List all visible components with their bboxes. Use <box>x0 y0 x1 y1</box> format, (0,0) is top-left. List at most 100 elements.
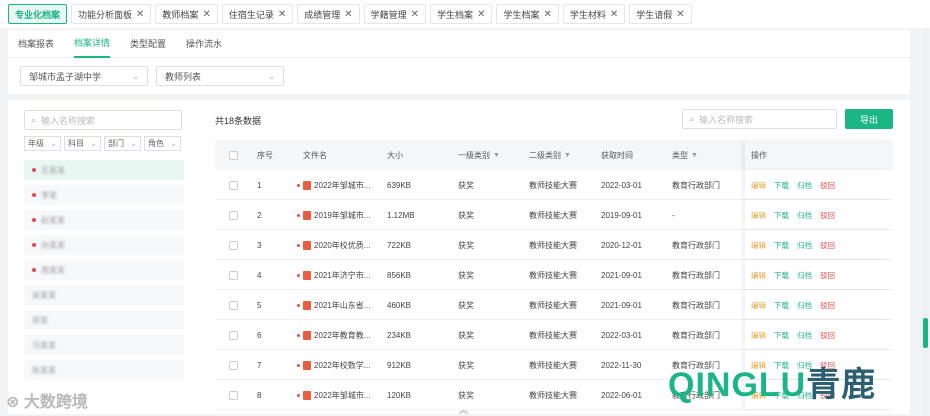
close-icon[interactable]: ✕ <box>344 9 352 20</box>
file-search-input[interactable]: ⌕ 输入名称搜索 <box>682 109 837 129</box>
cell-file[interactable]: 2019年邹城市... <box>297 200 370 230</box>
teacher-list-item[interactable]: 陈某某 <box>24 360 184 380</box>
filter-caret-icon[interactable]: ▼ <box>564 152 571 159</box>
teacher-list-item[interactable]: 周某某 <box>24 260 184 280</box>
teacher-list-item[interactable]: 冯某某 <box>24 335 184 355</box>
sub-tab[interactable]: 类型配置 <box>130 30 166 58</box>
teacher-name: 郑某 <box>32 315 48 325</box>
reject-link[interactable]: 驳回 <box>820 270 835 281</box>
reject-link[interactable]: 驳回 <box>820 240 835 251</box>
teacher-list-item[interactable]: 郑某 <box>24 310 184 330</box>
reject-link[interactable]: 驳回 <box>820 330 835 341</box>
teacher-list-item[interactable]: 吴某某 <box>24 285 184 305</box>
col-type[interactable]: 类型 ▼ <box>672 140 698 170</box>
edit-link[interactable]: 编辑 <box>751 270 766 281</box>
download-link[interactable]: 下载 <box>774 240 789 251</box>
row-checkbox[interactable] <box>229 360 238 370</box>
teacher-list-item[interactable]: 孙某某 <box>24 235 184 255</box>
row-checkbox[interactable] <box>229 390 238 400</box>
teacher-search-input[interactable]: ⌕ 输入名称搜索 <box>24 110 182 130</box>
reject-link[interactable]: 驳回 <box>820 180 835 191</box>
download-link[interactable]: 下载 <box>774 270 789 281</box>
teacher-filter-select[interactable]: 部门 ⌄ <box>104 136 141 151</box>
teacher-list-item[interactable]: 王某某 <box>24 160 184 180</box>
edit-link[interactable]: 编辑 <box>751 210 766 221</box>
edit-link[interactable]: 编辑 <box>751 300 766 311</box>
filter-caret-icon[interactable]: ▼ <box>493 152 500 159</box>
archive-link[interactable]: 归档 <box>797 210 812 221</box>
row-checkbox[interactable] <box>229 330 238 340</box>
filter-caret-icon[interactable]: ▼ <box>691 152 698 159</box>
sub-tab[interactable]: 档案报表 <box>18 30 54 58</box>
row-checkbox[interactable] <box>229 300 238 310</box>
download-link[interactable]: 下载 <box>774 330 789 341</box>
cell-file[interactable]: 2021年山东省... <box>297 290 370 320</box>
cell-file[interactable]: 2022年教育教... <box>297 320 370 350</box>
archive-link[interactable]: 归档 <box>797 240 812 251</box>
tab-item[interactable]: 功能分析面板 ✕ <box>71 4 152 24</box>
cell-cat2: 教师技能大赛 <box>529 300 577 310</box>
row-checkbox[interactable] <box>229 270 238 280</box>
tab-item[interactable]: 学生档案 ✕ <box>430 4 493 24</box>
edit-link[interactable]: 编辑 <box>751 330 766 341</box>
tab-item[interactable]: 住宿生记录 ✕ <box>221 4 294 24</box>
teacher-filter-select[interactable]: 科目 ⌄ <box>64 136 101 151</box>
select-all-checkbox[interactable] <box>229 150 238 160</box>
sub-tab[interactable]: 操作流水 <box>186 30 222 58</box>
close-icon[interactable]: ✕ <box>411 9 419 20</box>
close-icon[interactable]: ✕ <box>477 9 485 20</box>
teacher-filter-select[interactable]: 年级 ⌄ <box>24 136 61 151</box>
archive-link[interactable]: 归档 <box>797 270 812 281</box>
page-scrollbar-thumb[interactable] <box>923 318 928 348</box>
cell-file[interactable]: 2020年校优质... <box>297 230 370 260</box>
close-icon[interactable]: ✕ <box>278 9 286 20</box>
col-cat2[interactable]: 二级类别 ▼ <box>529 140 571 170</box>
reject-link[interactable]: 驳回 <box>820 300 835 311</box>
row-checkbox[interactable] <box>229 240 238 250</box>
cell-file[interactable]: 2021年济宁市... <box>297 260 370 290</box>
page-scrollbar-track[interactable] <box>923 28 928 414</box>
collapse-up-icon[interactable]: ︽ <box>459 403 468 416</box>
close-icon[interactable]: ✕ <box>610 9 618 20</box>
cell-file[interactable]: 2022年校数学... <box>297 350 370 380</box>
archive-link[interactable]: 归档 <box>797 300 812 311</box>
close-icon[interactable]: ✕ <box>202 9 210 20</box>
download-link[interactable]: 下载 <box>774 300 789 311</box>
tab-item[interactable]: 学生材料 ✕ <box>562 4 626 24</box>
teacher-filter-select[interactable]: 角色 ⌄ <box>144 136 181 151</box>
export-button[interactable]: 导出 <box>845 109 893 129</box>
cell-type: 教育行政部门 <box>672 330 720 340</box>
edit-link[interactable]: 编辑 <box>751 240 766 251</box>
tab-label: 学籍管理 <box>370 9 407 20</box>
tab-item[interactable]: 学生请假 ✕ <box>629 4 692 24</box>
cell-file[interactable]: 2022年邹城市... <box>297 170 370 200</box>
teacher-list-item[interactable]: 李某 <box>24 185 184 205</box>
sub-tab[interactable]: 档案详情 <box>74 30 111 58</box>
tab-item[interactable]: 专业化档案 <box>8 4 68 24</box>
chevron-down-icon: ⌄ <box>90 139 97 148</box>
archive-link[interactable]: 归档 <box>797 330 812 341</box>
search-icon: ⌕ <box>689 113 695 124</box>
row-checkbox[interactable] <box>229 210 238 220</box>
edit-link[interactable]: 编辑 <box>751 180 766 191</box>
tab-item[interactable]: 学生档案 ✕ <box>496 4 559 24</box>
archive-link[interactable]: 归档 <box>797 180 812 191</box>
close-icon[interactable]: ✕ <box>136 9 144 20</box>
row-checkbox[interactable] <box>229 180 238 190</box>
cell-type: 教育行政部门 <box>672 270 720 280</box>
download-link[interactable]: 下载 <box>774 180 789 191</box>
list-select[interactable]: 教师列表 ⌄ <box>156 66 284 86</box>
download-link[interactable]: 下载 <box>774 210 789 221</box>
col-cat1[interactable]: 一级类别 ▼ <box>458 140 500 170</box>
tab-item[interactable]: 成绩管理 ✕ <box>297 4 360 24</box>
tab-item[interactable]: 学籍管理 ✕ <box>363 4 427 24</box>
school-select[interactable]: 邹城市孟子湖中学 ⌄ <box>20 66 148 86</box>
teacher-filter-row: 年级 ⌄ 科目 ⌄ 部门 ⌄ 角色 ⌄ <box>24 136 184 151</box>
teacher-list-item[interactable]: 赵某某 <box>24 210 184 230</box>
reject-link[interactable]: 驳回 <box>820 210 835 221</box>
close-icon[interactable]: ✕ <box>676 9 684 20</box>
file-name: 2022年邹城市... <box>314 390 371 400</box>
cell-file[interactable]: 2022年邹城市... <box>297 380 370 410</box>
close-icon[interactable]: ✕ <box>543 9 551 20</box>
tab-item[interactable]: 教师档案 ✕ <box>155 4 218 24</box>
